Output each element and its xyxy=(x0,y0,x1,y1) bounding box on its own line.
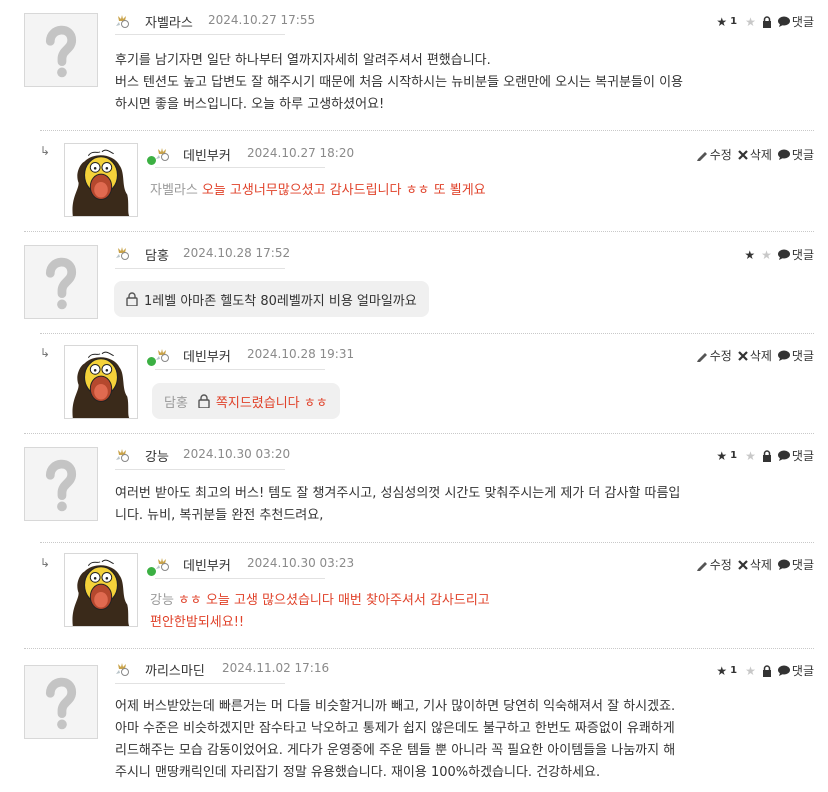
x-icon xyxy=(738,350,748,361)
level-badge-icon xyxy=(115,14,129,28)
lock-icon xyxy=(762,15,771,28)
speech-bubble-icon xyxy=(777,450,790,461)
star-icon: ★ xyxy=(716,448,728,463)
comment-author[interactable]: 강능 xyxy=(145,446,169,465)
avatar-placeholder[interactable] xyxy=(24,13,98,87)
reply-button[interactable]: 댓글 xyxy=(777,146,814,163)
level-badge-icon xyxy=(155,348,169,362)
level-badge-icon xyxy=(115,662,129,676)
avatar[interactable] xyxy=(64,553,138,627)
speech-bubble-icon xyxy=(777,559,790,570)
lock-icon xyxy=(762,449,771,462)
speech-bubble-icon xyxy=(777,149,790,160)
delete-button[interactable]: 삭제 xyxy=(738,146,772,163)
comment-author[interactable]: 까리스마딘 xyxy=(145,660,205,679)
delete-button[interactable]: 삭제 xyxy=(738,556,772,573)
reply-button[interactable]: 댓글 xyxy=(777,246,814,263)
secret-reply: 담홍 쪽지드렸습니다 ㅎㅎ xyxy=(152,383,340,419)
comment-text: 여러번 받아도 최고의 버스! 템도 잘 챙겨주시고, 성심성의껏 시간도 맞춰… xyxy=(115,486,681,523)
level-badge-icon xyxy=(155,147,169,161)
reply-arrow-icon: ↳ xyxy=(40,556,51,570)
reply-author[interactable]: 데빈부커 xyxy=(183,555,231,574)
star-icon[interactable]: ★ xyxy=(761,248,772,262)
speech-bubble-icon xyxy=(777,350,790,361)
avatar-placeholder[interactable] xyxy=(24,665,98,739)
reply-arrow-icon: ↳ xyxy=(40,144,51,158)
star-icon[interactable]: ★ xyxy=(745,664,756,678)
avatar-placeholder[interactable] xyxy=(24,245,98,319)
star-icon: ★ xyxy=(716,663,728,678)
secret-comment: 1레벨 아마존 헬도착 80레벨까지 비용 얼마일까요 xyxy=(114,281,429,317)
x-icon xyxy=(738,559,748,570)
lock-icon xyxy=(762,664,771,677)
speech-bubble-icon xyxy=(777,249,790,260)
reply-text: 강능 ㅎㅎ 오늘 고생 많으셨습니다 매번 찾아주셔서 감사드리고 편안한밤되세요… xyxy=(150,593,490,630)
star-icon[interactable]: ★ xyxy=(745,15,756,29)
comment-date: 2024.10.28 17:52 xyxy=(183,246,291,260)
reply-arrow-icon: ↳ xyxy=(40,346,51,360)
avatar[interactable] xyxy=(64,345,138,419)
lock-icon xyxy=(198,394,210,408)
reply-button[interactable]: 댓글 xyxy=(777,662,814,679)
reply-button[interactable]: 댓글 xyxy=(777,556,814,573)
comment-date: 2024.10.30 03:20 xyxy=(183,447,291,461)
reply-date: 2024.10.28 19:31 xyxy=(247,347,355,361)
reply-button[interactable]: 댓글 xyxy=(777,447,814,464)
comment-text: 후기를 남기자면 일단 하나부터 열까지자세히 알려주셔서 편했습니다. 버스 텐… xyxy=(115,53,684,112)
speech-bubble-icon xyxy=(777,665,790,676)
comment-author[interactable]: 담홍 xyxy=(145,245,169,264)
pencil-icon xyxy=(696,561,707,571)
star-icon: ★ xyxy=(744,247,756,262)
star-icon[interactable]: ★ xyxy=(745,449,756,463)
avatar-placeholder[interactable] xyxy=(24,447,98,521)
level-badge-icon xyxy=(115,448,129,462)
reply-button[interactable]: 댓글 xyxy=(777,347,814,364)
pencil-icon xyxy=(696,352,707,362)
comment-date: 2024.11.02 17:16 xyxy=(222,661,330,675)
edit-button[interactable]: 수정 xyxy=(696,347,732,364)
level-badge-icon xyxy=(115,246,129,260)
pencil-icon xyxy=(696,151,707,161)
lock-icon xyxy=(126,292,138,306)
speech-bubble-icon xyxy=(777,16,790,27)
avatar[interactable] xyxy=(64,143,138,217)
reply-date: 2024.10.27 18:20 xyxy=(247,146,355,160)
reply-button[interactable]: 댓글 xyxy=(777,13,814,30)
x-icon xyxy=(738,149,748,160)
star-icon: ★ xyxy=(716,14,728,29)
comment-author[interactable]: 자벨라스 xyxy=(145,12,193,31)
delete-button[interactable]: 삭제 xyxy=(738,347,772,364)
edit-button[interactable]: 수정 xyxy=(696,556,732,573)
reply-author[interactable]: 데빈부커 xyxy=(183,346,231,365)
comment-date: 2024.10.27 17:55 xyxy=(208,13,316,27)
reply-date: 2024.10.30 03:23 xyxy=(247,556,355,570)
reply-text: 자벨라스 오늘 고생너무많으셨고 감사드립니다 ㅎㅎ 또 뵐게요 xyxy=(150,183,486,198)
level-badge-icon xyxy=(155,557,169,571)
edit-button[interactable]: 수정 xyxy=(696,146,732,163)
comment-text: 어제 버스받았는데 빠른거는 머 다들 비슷할거니까 빼고, 기사 많이하면 당… xyxy=(115,699,676,780)
reply-author[interactable]: 데빈부커 xyxy=(183,145,231,164)
